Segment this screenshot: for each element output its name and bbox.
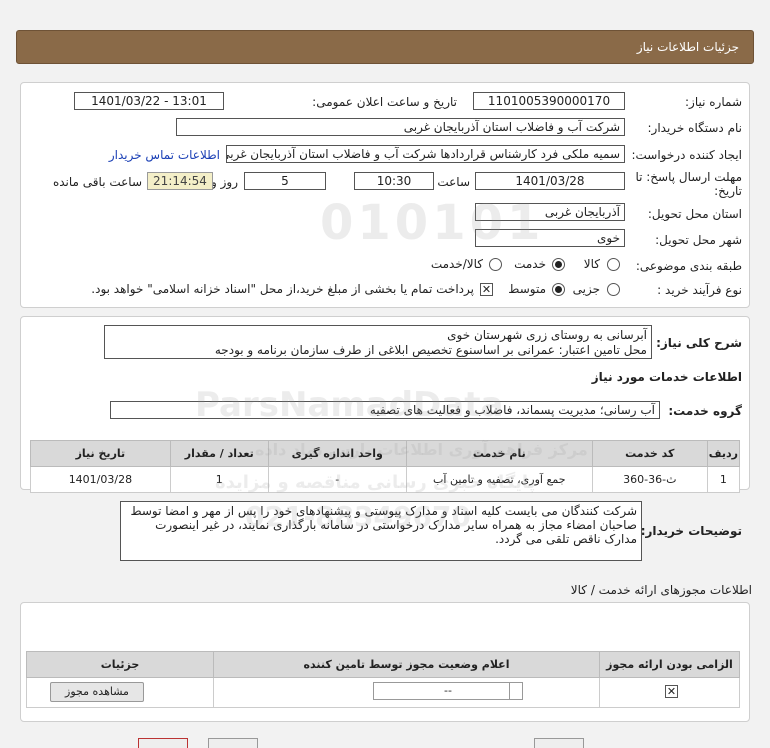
deadline-label: مهلت ارسال پاسخ: تا <box>635 170 742 184</box>
cell-name: جمع آوری، تصفیه و تامین آب <box>405 466 593 493</box>
city-label: شهر محل تحویل: <box>655 233 742 247</box>
creator-label: ایجاد کننده درخواست: <box>631 148 742 162</box>
cell-row: 1 <box>706 466 741 493</box>
buyer-contact-link[interactable]: اطلاعات تماس خریدار <box>109 148 220 162</box>
license-status-value: -- <box>444 684 452 697</box>
license-required-checkbox: ✕ <box>665 685 678 698</box>
announce-field: 1401/03/22 - 13:01 <box>74 92 224 110</box>
cell-date: 1401/03/28 <box>30 466 171 493</box>
services-table: ردیف کد خدمت نام خدمت واحد اندازه گیری ت… <box>30 440 741 493</box>
col-license-details: جزئیات <box>26 651 214 678</box>
cell-code: ث-36-360 <box>591 466 708 493</box>
summary-line-1: آبرسانی به روستای زری شهرستان خوی <box>447 328 647 342</box>
purchase-type-label: نوع فرآیند خرید : <box>657 283 742 297</box>
province-label: استان محل تحویل: <box>647 207 742 221</box>
category-radio-goods-service[interactable] <box>489 258 502 271</box>
deadline-time-field: 10:30 <box>354 172 434 190</box>
category-label: طبقه بندی موضوعی: <box>635 259 742 273</box>
service-group-field: آب رسانی؛ مدیریت پسماند، فاضلاب و فعالیت… <box>110 401 660 419</box>
need-number-field: 1101005390000170 <box>473 92 625 110</box>
purchase-radio-medium[interactable] <box>552 283 565 296</box>
summary-label: شرح کلی نیاز: <box>656 336 742 350</box>
licenses-table-header: الزامی بودن ارائه مجوز اعلام وضعیت مجوز … <box>26 651 740 678</box>
buyer-label: نام دستگاه خریدار: <box>647 121 743 135</box>
licenses-section-title: اطلاعات مجوزهای ارائه خدمت / کالا <box>570 583 752 597</box>
license-status-select[interactable]: -- <box>373 682 523 700</box>
col-unit: واحد اندازه گیری <box>267 440 407 467</box>
col-license-required: الزامی بودن ارائه مجوز <box>599 651 740 678</box>
bottom-button-middle[interactable] <box>208 738 258 748</box>
services-table-header: ردیف کد خدمت نام خدمت واحد اندازه گیری ت… <box>30 440 741 467</box>
purchase-minor-label: جزیی <box>572 282 600 296</box>
col-qty: تعداد / مقدار <box>169 440 269 467</box>
deadline-date-field: 1401/03/28 <box>475 172 625 190</box>
creator-field: سمیه ملکی فرد کارشناس قراردادها شرکت آب … <box>226 145 625 163</box>
service-group-label: گروه خدمت: <box>668 404 742 418</box>
bottom-button-left[interactable] <box>138 738 188 748</box>
need-number-label: شماره نیاز: <box>685 95 742 109</box>
need-info-panel <box>20 82 750 308</box>
days-remaining-field: 5 <box>244 172 326 190</box>
days-label: روز و <box>211 175 238 189</box>
view-license-button[interactable]: مشاهده مجوز <box>50 682 144 702</box>
deadline-time-label: ساعت <box>437 175 470 189</box>
province-field: آذربایجان غربی <box>475 203 625 221</box>
buyer-notes-textarea: شرکت کنندگان می بایست کلیه اسناد و مدارک… <box>120 501 642 561</box>
purchase-radio-minor[interactable] <box>607 283 620 296</box>
select-arrow-icon[interactable] <box>509 683 523 699</box>
city-field: خوی <box>475 229 625 247</box>
purchase-medium-label: متوسط <box>508 282 546 296</box>
buyer-notes-label: توضیحات خریدار: <box>640 524 742 538</box>
col-license-status: اعلام وضعیت مجوز توسط تامین کننده <box>213 651 600 678</box>
category-goods-service-label: کالا/خدمت <box>430 257 483 271</box>
summary-textarea: آبرسانی به روستای زری شهرستان خوی محل تا… <box>104 325 652 359</box>
services-section-title: اطلاعات خدمات مورد نیاز <box>591 370 742 384</box>
remaining-time-field: 21:14:54 <box>147 172 213 190</box>
page-header: جزئیات اطلاعات نیاز <box>16 30 754 64</box>
summary-line-2: محل تامین اعتبار: عمرانی بر اساسنوع تخصی… <box>214 343 647 357</box>
category-service-label: خدمت <box>514 257 546 271</box>
col-row: ردیف <box>706 440 741 467</box>
col-name: نام خدمت <box>405 440 593 467</box>
deadline-label-date: تاریخ: <box>714 184 742 198</box>
col-code: کد خدمت <box>591 440 708 467</box>
category-radio-service[interactable] <box>552 258 565 271</box>
category-goods-label: کالا <box>583 257 600 271</box>
announce-label: تاریخ و ساعت اعلان عمومی: <box>312 95 457 109</box>
remaining-label: ساعت باقی مانده <box>52 175 142 189</box>
col-date: تاریخ نیاز <box>30 440 171 467</box>
cell-qty: 1 <box>169 466 269 493</box>
bottom-button-right[interactable] <box>534 738 584 748</box>
treasury-payment-checkbox[interactable]: ✕ <box>480 283 493 296</box>
page-title: جزئیات اطلاعات نیاز <box>636 40 739 54</box>
buyer-field: شرکت آب و فاضلاب استان آذربایجان غربی <box>176 118 625 136</box>
treasury-payment-note: پرداخت تمام یا بخشی از مبلغ خرید،از محل … <box>91 282 474 296</box>
category-radio-goods[interactable] <box>607 258 620 271</box>
cell-unit: - <box>267 466 407 493</box>
table-row: 1 ث-36-360 جمع آوری، تصفیه و تامین آب - … <box>30 466 741 493</box>
